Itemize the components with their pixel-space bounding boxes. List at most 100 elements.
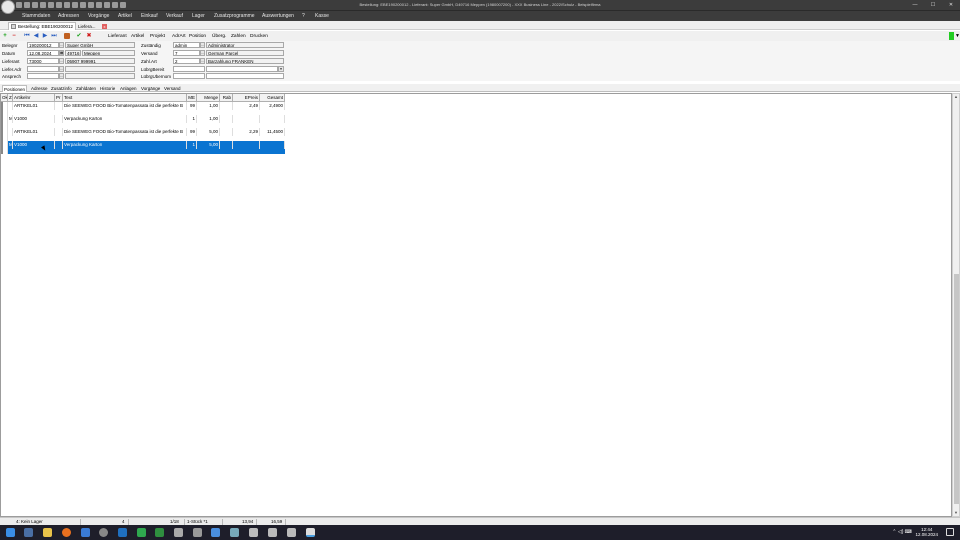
lbrguebernom-field[interactable] (173, 73, 205, 79)
menu-verkauf[interactable]: Verkauf (166, 13, 183, 19)
app-icon[interactable] (268, 528, 277, 537)
menu-vorgaenge[interactable]: Vorgänge (88, 13, 109, 19)
me-cell[interactable]: 99 (187, 102, 197, 110)
col-header-artikelnr[interactable]: Artikelnr (13, 94, 55, 102)
rab-cell[interactable] (220, 141, 233, 149)
menu-adressen[interactable]: Adressen (58, 13, 79, 19)
lbrguebernom-extra-field[interactable] (206, 73, 284, 79)
ansprech-lookup-button[interactable]: … (59, 73, 64, 79)
table-row[interactable]: M V1000 Verpackung Karton 1 1,00 (1, 115, 285, 128)
search-record-icon[interactable] (64, 33, 70, 39)
col-header-rab[interactable]: Rab (220, 94, 233, 102)
link-drucken[interactable]: Drucken (250, 34, 268, 39)
menge-cell[interactable]: 1,00 (197, 102, 220, 110)
zustaendig-lookup-button[interactable]: … (200, 42, 205, 48)
link-projekt[interactable]: Projekt (150, 34, 165, 39)
rab-cell[interactable] (220, 128, 233, 136)
last-record-icon[interactable]: ⏭ (51, 33, 57, 39)
app-icon[interactable] (155, 528, 164, 537)
me-cell[interactable]: 99 (187, 128, 197, 136)
scroll-up-icon[interactable]: ▲ (953, 94, 959, 100)
pin-icon[interactable]: ▼ (955, 33, 960, 39)
save-icon[interactable]: ✔ (76, 33, 82, 39)
tab-bestellung[interactable]: Bestellung: EBE190200012 (8, 22, 77, 30)
row-ok-cell[interactable] (1, 141, 8, 154)
text-cell[interactable]: Verpackung Karton (63, 115, 187, 123)
app-logo-icon[interactable] (1, 0, 15, 14)
belegnr-lookup-button[interactable]: … (59, 42, 64, 48)
clock[interactable]: 12:44 12.08.2024 (915, 527, 938, 537)
pr-cell[interactable] (55, 102, 63, 110)
tab-versand[interactable]: Versand (163, 85, 182, 92)
app-icon[interactable] (174, 528, 183, 537)
tab-anlagen[interactable]: Anlagen (119, 85, 138, 92)
row-ok-cell[interactable] (1, 115, 8, 128)
versand-lookup-button[interactable]: … (200, 50, 205, 56)
epreis-cell[interactable] (233, 141, 260, 149)
lieferant-field[interactable]: 73000 (27, 58, 59, 64)
app-icon[interactable] (99, 528, 108, 537)
col-header-pr[interactable]: Pr (55, 94, 63, 102)
lbrgbereit-dropdown[interactable] (206, 66, 278, 72)
app-icon[interactable] (287, 528, 296, 537)
pr-cell[interactable] (55, 141, 63, 149)
zustaendig-field[interactable]: admin (173, 42, 200, 48)
add-icon[interactable]: + (2, 33, 8, 39)
menge-cell[interactable]: 1,00 (197, 115, 220, 123)
scroll-down-icon[interactable]: ▼ (953, 510, 959, 516)
app-icon[interactable] (211, 528, 220, 537)
lbrgbereit-field[interactable] (173, 66, 205, 72)
rab-cell[interactable] (220, 115, 233, 123)
me-cell[interactable]: 1 (187, 115, 197, 123)
pr-cell[interactable] (55, 128, 63, 136)
artikelnr-cell[interactable]: V1000 (13, 141, 55, 149)
datum-field[interactable]: 12.08.2024 (27, 50, 59, 56)
lieferant-lookup-button[interactable]: … (59, 58, 64, 64)
menu-help[interactable]: ? (302, 13, 305, 19)
start-icon[interactable] (6, 528, 15, 537)
maximize-button[interactable]: ☐ (924, 0, 942, 10)
artikelnr-cell[interactable]: ARTIKEL01 (13, 102, 55, 110)
col-header-ok[interactable]: Ok (1, 94, 8, 102)
text-cell[interactable]: Die SEEWEG FOOD Bio-Tomatenpassata ist d… (63, 128, 187, 136)
tab-vorgaenge[interactable]: Vorgänge (140, 85, 161, 92)
lieferadr-field[interactable] (27, 66, 59, 72)
artikelnr-cell[interactable]: ARTIKEL01 (13, 128, 55, 136)
menge-cell[interactable]: 5,00 (197, 128, 220, 136)
taskview-icon[interactable] (24, 528, 33, 537)
link-adrart[interactable]: AdrArt (172, 34, 186, 39)
calendar-icon[interactable]: ▦ (59, 50, 64, 56)
system-tray[interactable]: ⌃ ◁) ⌨ (892, 529, 912, 535)
link-zahlen[interactable]: Zahlen (231, 34, 246, 39)
lieferadr-lookup-button[interactable]: … (59, 66, 64, 72)
belegnr-field[interactable]: 190200012 (27, 42, 59, 48)
menu-artikel[interactable]: Artikel (118, 13, 132, 19)
vertical-scrollbar[interactable]: ▲ ▼ (952, 93, 960, 517)
link-lieferant[interactable]: Lieferant (108, 34, 127, 39)
positions-grid[interactable]: Ok Z Artikelnr Pr Text ME Menge Rab EPre… (0, 93, 952, 517)
epreis-cell[interactable]: 2,29 (233, 128, 260, 136)
menu-stammdaten[interactable]: Stammdaten (22, 13, 50, 19)
active-app-icon[interactable] (306, 528, 315, 537)
app-icon[interactable] (118, 528, 127, 537)
tab-lieferant[interactable]: Liefera... (76, 22, 98, 30)
table-row[interactable]: ARTIKEL01 Die SEEWEG FOOD Bio-Tomatenpas… (1, 102, 285, 115)
tab-adresse[interactable]: Adresse (30, 85, 49, 92)
versand-field[interactable]: 7 (173, 50, 200, 56)
epreis-cell[interactable]: 2,49 (233, 102, 260, 110)
tab-positionen[interactable]: Positionen (2, 85, 28, 92)
text-cell[interactable]: Verpackung Karton (63, 141, 187, 149)
col-header-text[interactable]: Text (63, 94, 187, 102)
menu-einkauf[interactable]: Einkauf (141, 13, 158, 19)
text-cell[interactable]: Die SEEWEG FOOD Bio-Tomatenpassata ist d… (63, 102, 187, 110)
app-icon[interactable] (137, 528, 146, 537)
first-record-icon[interactable]: ⏮ (24, 33, 30, 39)
link-artikel[interactable]: Artikel (131, 34, 144, 39)
firefox-icon[interactable] (62, 528, 71, 537)
remove-icon[interactable]: − (11, 33, 17, 39)
row-ok-cell[interactable] (1, 128, 8, 141)
next-record-icon[interactable]: ▶ (42, 33, 48, 39)
previous-record-icon[interactable]: ◀ (33, 33, 39, 39)
col-header-me[interactable]: ME (187, 94, 197, 102)
rab-cell[interactable] (220, 102, 233, 110)
